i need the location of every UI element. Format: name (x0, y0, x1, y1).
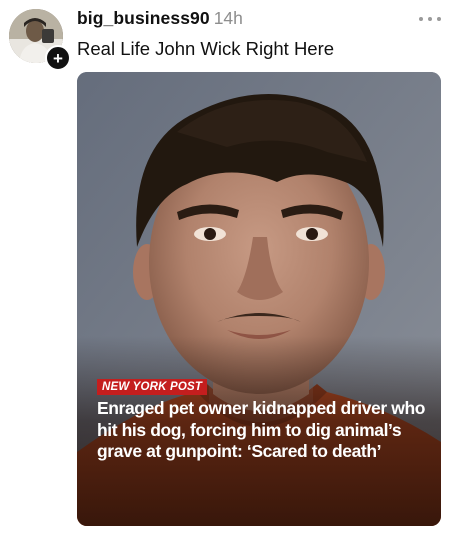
dot (419, 17, 423, 21)
follow-plus-button[interactable]: + (45, 45, 71, 71)
article-headline: Enraged pet owner kidnapped driver who h… (97, 398, 426, 461)
post-timestamp: 14h (213, 8, 243, 28)
source-badge: NEW YORK POST (97, 379, 208, 395)
thread-post: + big_business90 14h Real Life John Wick … (0, 0, 453, 540)
dot (428, 17, 432, 21)
post-header: big_business90 14h (77, 8, 433, 29)
plus-icon: + (53, 48, 63, 68)
username-link[interactable]: big_business90 (77, 8, 210, 28)
post-caption: Real Life John Wick Right Here (77, 38, 335, 59)
dot (437, 17, 441, 21)
more-options-icon[interactable] (419, 16, 441, 22)
post-media-image[interactable]: NEW YORK POST Enraged pet owner kidnappe… (77, 72, 441, 526)
avatar-container[interactable]: + (9, 9, 71, 71)
